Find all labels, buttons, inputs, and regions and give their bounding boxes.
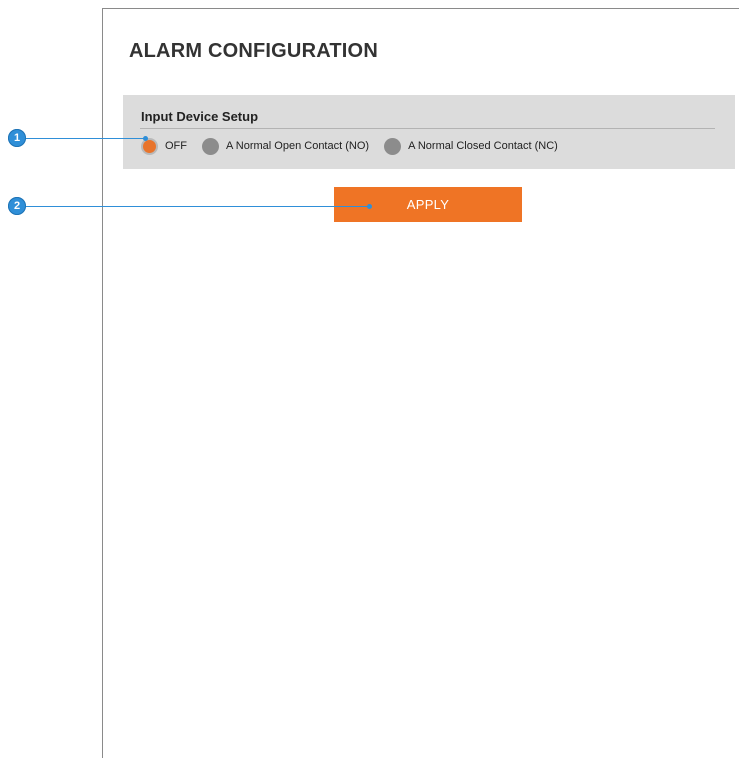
callout-dot-2 xyxy=(367,204,372,209)
input-device-setup-section xyxy=(123,95,735,169)
callout-line-1 xyxy=(26,138,145,139)
input-device-radio-group: OFF A Normal Open Contact (NO) A Normal … xyxy=(141,136,573,156)
radio-button-normal-closed[interactable] xyxy=(384,137,402,155)
radio-option-normal-closed[interactable]: A Normal Closed Contact (NC) xyxy=(384,137,558,155)
apply-button[interactable]: APPLY xyxy=(334,187,522,222)
radio-option-normal-open[interactable]: A Normal Open Contact (NO) xyxy=(202,137,370,155)
radio-label-off: OFF xyxy=(165,140,187,152)
callout-line-2 xyxy=(26,206,369,207)
radio-option-off[interactable]: OFF xyxy=(141,137,187,155)
callout-dot-1 xyxy=(143,136,148,141)
callout-badge-1: 1 xyxy=(8,129,26,147)
page-title: ALARM CONFIGURATION xyxy=(129,40,378,62)
radio-label-normal-closed: A Normal Closed Contact (NC) xyxy=(408,140,558,152)
callout-badge-2: 2 xyxy=(8,197,26,215)
section-divider xyxy=(140,128,715,129)
input-device-setup-title: Input Device Setup xyxy=(141,109,259,124)
radio-button-normal-open[interactable] xyxy=(202,137,219,155)
radio-label-normal-open: A Normal Open Contact (NO) xyxy=(226,140,370,152)
